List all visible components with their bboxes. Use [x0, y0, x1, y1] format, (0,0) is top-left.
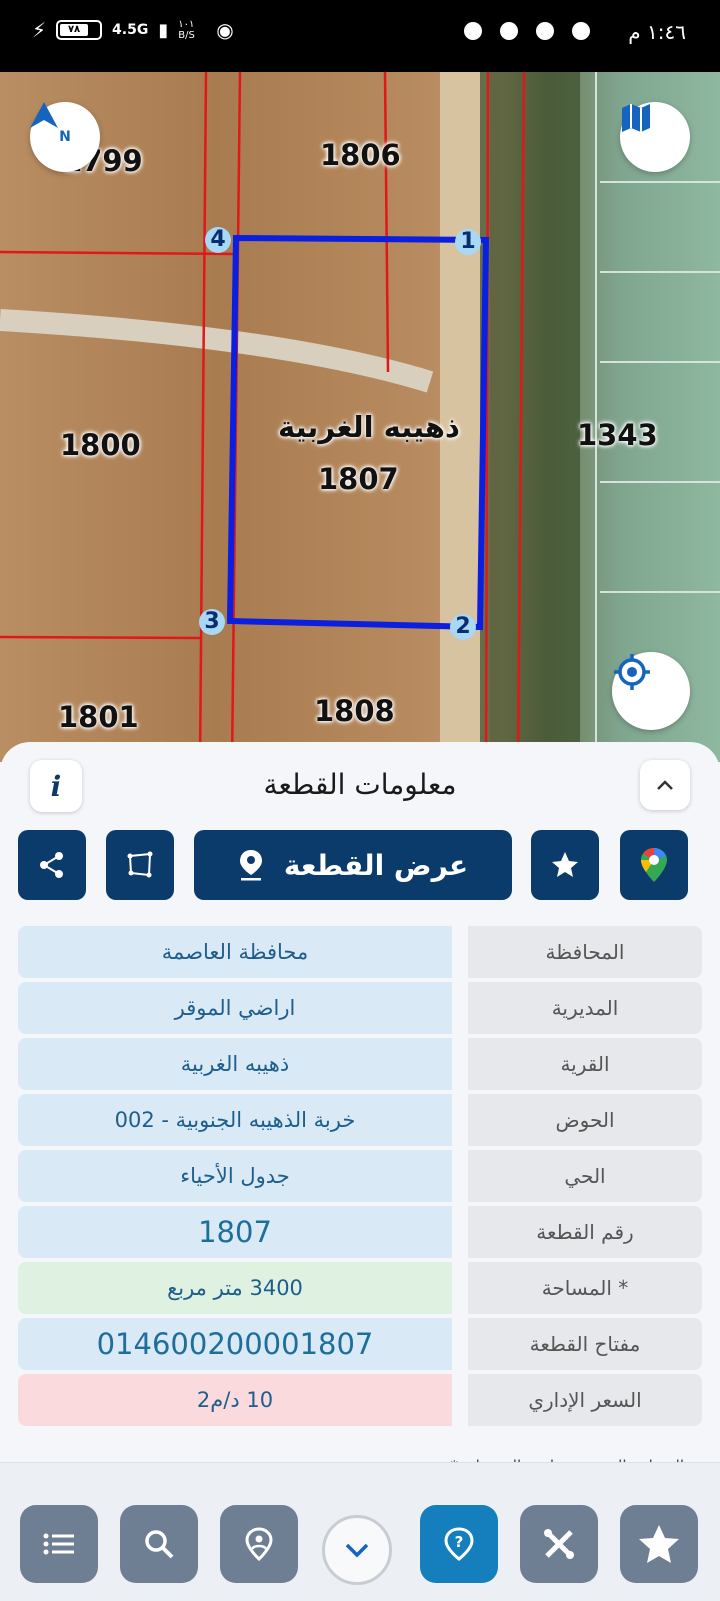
share-icon — [40, 852, 63, 878]
status-left: ⚡ ٧٨ 4.5G ▮ ١٠١ B/S ◉ — [32, 18, 234, 42]
detail-label: رقم القطعة — [468, 1206, 702, 1258]
location-pin-icon — [245, 1527, 273, 1561]
notification-icon — [572, 22, 590, 40]
star-icon — [552, 852, 578, 877]
charging-icon: ⚡ — [32, 18, 47, 42]
map-layers-button[interactable] — [620, 102, 690, 172]
draw-polygon-button[interactable] — [106, 830, 174, 900]
detail-value: ذهيبه الغربية — [18, 1038, 452, 1090]
battery-level: ٧٨ — [60, 24, 89, 36]
vertex-marker: 1 — [455, 229, 481, 255]
battery-icon: ٧٨ — [56, 20, 103, 40]
detail-label: السعر الإداري — [468, 1374, 702, 1426]
compass-button[interactable]: N — [30, 102, 100, 172]
collapse-panel-button[interactable] — [640, 760, 690, 810]
detail-value: 1807 — [18, 1206, 452, 1258]
detail-row-parcel-key: 014600200001807 مفتاح القطعة — [18, 1318, 702, 1370]
favorites-button[interactable] — [620, 1505, 698, 1583]
show-parcel-label: عرض القطعة — [283, 848, 469, 882]
bottom-toolbar: ? — [0, 1462, 720, 1601]
dirt-road — [0, 309, 434, 393]
map-view[interactable]: 1799 1806 1800 1343 1801 1808 ذهيبه الغر… — [0, 72, 720, 762]
chevron-down-icon — [345, 1543, 369, 1558]
parcel-label: 1806 — [320, 138, 401, 172]
tools-icon — [544, 1529, 574, 1559]
detail-row-area: 3400 متر مربع المساحة * — [18, 1262, 702, 1314]
status-bar: ⚡ ٧٨ 4.5G ▮ ١٠١ B/S ◉ ١:٤٦ م — [0, 0, 720, 72]
favorite-button[interactable] — [531, 830, 599, 900]
polygon-icon — [127, 851, 153, 878]
expand-toolbar-button[interactable] — [322, 1515, 392, 1585]
help-button[interactable]: ? — [420, 1505, 498, 1583]
signal-icon: ▮ — [158, 19, 169, 41]
google-maps-icon — [641, 848, 667, 882]
detail-value: 014600200001807 — [18, 1318, 452, 1370]
compass-arrow-icon — [30, 102, 58, 128]
detail-value: اراضي الموقر — [18, 982, 452, 1034]
action-bar: عرض القطعة — [18, 830, 702, 900]
parcel-label: 1808 — [314, 694, 395, 728]
location-icon: ◉ — [216, 18, 234, 42]
star-icon — [639, 1525, 679, 1563]
detail-label: القرية — [468, 1038, 702, 1090]
detail-label: مفتاح القطعة — [468, 1318, 702, 1370]
list-button[interactable] — [20, 1505, 98, 1583]
detail-value: جدول الأحياء — [18, 1150, 452, 1202]
data-speed: ١٠١ B/S — [178, 19, 195, 41]
help-icon: ? — [444, 1527, 474, 1561]
detail-label: الحوض — [468, 1094, 702, 1146]
vertex-marker: 3 — [199, 609, 225, 635]
detail-row-neighborhood: جدول الأحياء الحي — [18, 1150, 702, 1202]
detail-label: المديرية — [468, 982, 702, 1034]
detail-row-parcel-number: 1807 رقم القطعة — [18, 1206, 702, 1258]
parcel-label: 1801 — [58, 700, 139, 734]
detail-label: المحافظة — [468, 926, 702, 978]
selected-parcel-number: 1807 — [318, 462, 399, 496]
notification-icon — [464, 22, 482, 40]
detail-label: المساحة * — [468, 1262, 702, 1314]
detail-row-directorate: اراضي الموقر المديرية — [18, 982, 702, 1034]
my-location-button[interactable] — [612, 652, 690, 730]
parcel-label: 1343 — [577, 418, 658, 452]
crosshair-icon — [614, 654, 650, 690]
list-icon — [43, 1533, 74, 1555]
google-maps-button[interactable] — [620, 830, 688, 900]
map-icon — [622, 104, 650, 132]
detail-value: 3400 متر مربع — [18, 1262, 452, 1314]
detail-label: الحي — [468, 1150, 702, 1202]
selected-village-label: ذهيبه الغربية — [278, 410, 460, 444]
network-type: 4.5G — [112, 22, 149, 38]
detail-value: خربة الذهيبه الجنوبية - 002 — [18, 1094, 452, 1146]
vertex-marker: 4 — [205, 227, 231, 253]
detail-value: محافظة العاصمة — [18, 926, 452, 978]
north-label: N — [59, 129, 71, 145]
vertex-marker: 2 — [450, 614, 476, 640]
detail-row-village: ذهيبه الغربية القرية — [18, 1038, 702, 1090]
parcel-info-panel: i معلومات القطعة عرض القطعة محافظة العاص… — [0, 742, 720, 1475]
share-button[interactable] — [18, 830, 86, 900]
location-search-button[interactable] — [220, 1505, 298, 1583]
search-button[interactable] — [120, 1505, 198, 1583]
parcel-details: محافظة العاصمة المحافظة اراضي الموقر الم… — [18, 926, 702, 1430]
show-parcel-button[interactable]: عرض القطعة — [194, 830, 512, 900]
notification-icon — [536, 22, 554, 40]
tree-line — [480, 72, 580, 762]
detail-row-basin: خربة الذهيبه الجنوبية - 002 الحوض — [18, 1094, 702, 1146]
detail-row-admin-price: 10 د/م2 السعر الإداري — [18, 1374, 702, 1426]
chevron-up-icon — [657, 780, 673, 790]
location-pin-icon — [239, 850, 262, 881]
svg-text:?: ? — [455, 1533, 464, 1551]
clock: ١:٤٦ م — [628, 20, 686, 44]
notification-icon — [500, 22, 518, 40]
detail-row-governorate: محافظة العاصمة المحافظة — [18, 926, 702, 978]
detail-value: 10 د/م2 — [18, 1374, 452, 1426]
search-icon — [145, 1530, 174, 1559]
notification-icons — [464, 22, 590, 40]
tools-button[interactable] — [520, 1505, 598, 1583]
parcel-label: 1800 — [60, 428, 141, 462]
panel-title: معلومات القطعة — [263, 768, 457, 801]
